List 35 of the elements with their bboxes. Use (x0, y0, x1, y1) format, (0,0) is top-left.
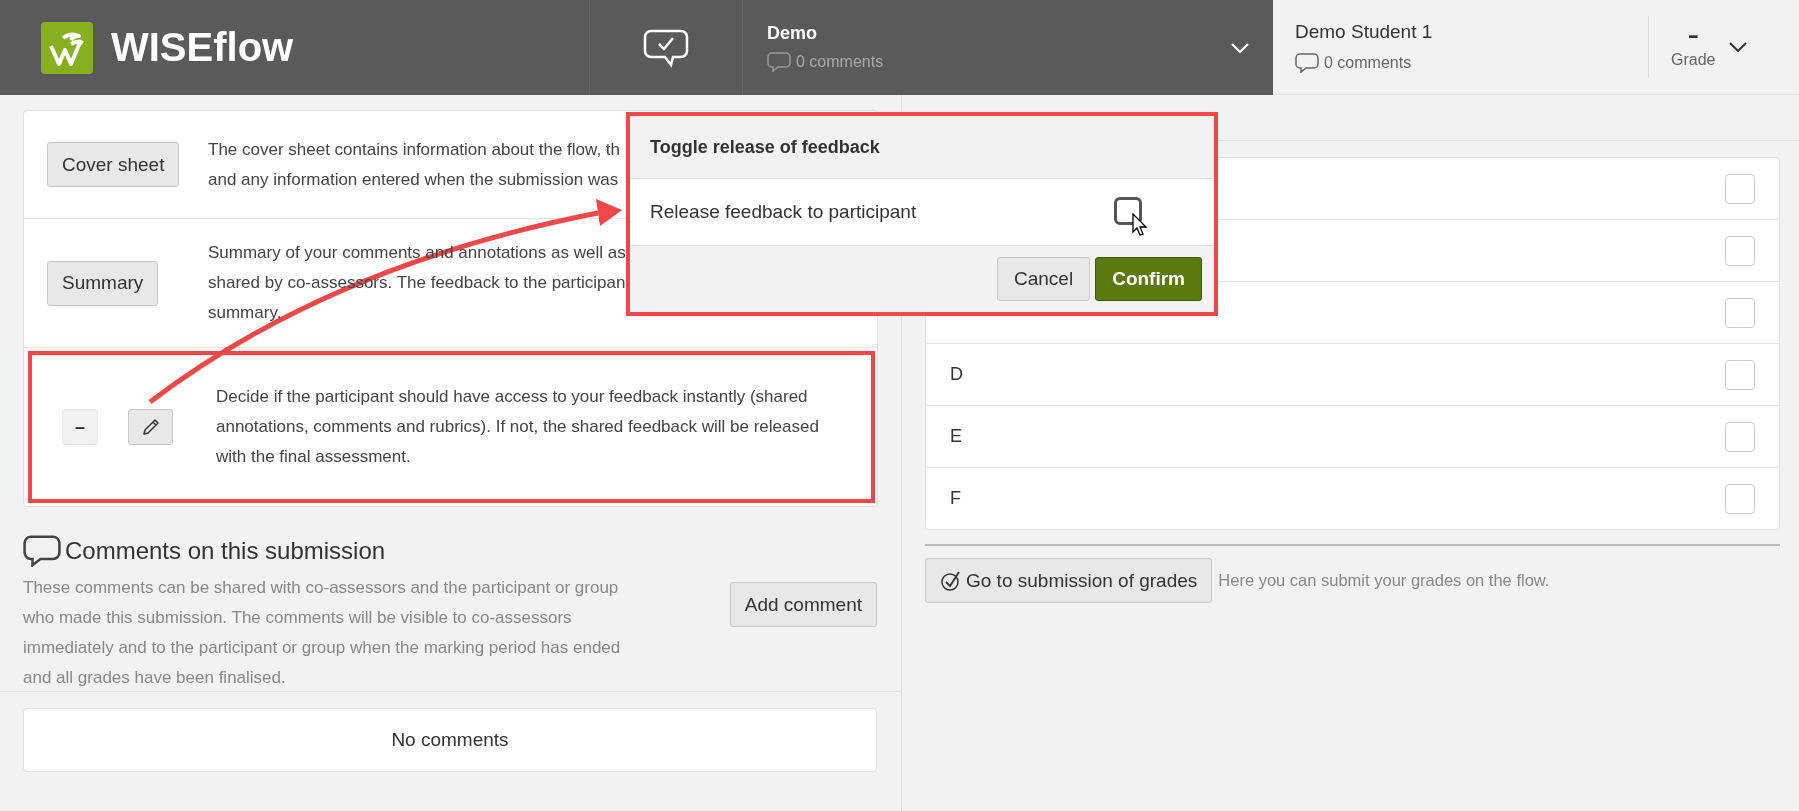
submit-hint: Here you can submit your grades on the flow. (1218, 571, 1550, 590)
info-button[interactable]: Summary (47, 260, 159, 306)
comment-count: 0 comments (1324, 54, 1412, 72)
flow-title: Demo (767, 23, 818, 44)
check-circle-icon (940, 569, 962, 592)
dialog-title: Toggle release of feedback (650, 136, 880, 158)
logo-text: WISEflow (111, 25, 294, 70)
cursor-icon (1132, 213, 1148, 237)
submit-grades-button[interactable]: Go to submission of grades (925, 558, 1213, 603)
row-description: The cover sheet contains information about the flow, th and any information entered when the submission was (208, 138, 621, 191)
grade-label: Grade (1671, 51, 1716, 69)
participant-name: Demo Student 1 (1295, 21, 1434, 43)
empty-comments-card: No comments (23, 708, 877, 772)
grade-option-label: D (950, 364, 963, 385)
speech-bubble-icon (767, 52, 791, 72)
add-comment-button[interactable]: Add comment (729, 582, 877, 627)
comments-description: These comments can be shared with co-assessors and the participant or group who made this submission. The comments will be visible to co-assessors immediately and to the participant or group when the marking period has ended and all grades have been finalised. (23, 577, 622, 689)
info-button[interactable]: Cover sheet (47, 142, 180, 187)
option-label: Release feedback to participant (650, 201, 917, 223)
status-button[interactable]: – (62, 409, 98, 445)
pencil-icon (140, 417, 161, 437)
grade-option-label: F (950, 488, 961, 509)
speech-check-icon[interactable] (643, 27, 689, 68)
chevron-down-icon[interactable] (1729, 42, 1748, 52)
cancel-button[interactable]: Cancel (997, 257, 1091, 301)
confirm-button[interactable]: Confirm (1095, 257, 1202, 301)
logo-icon (41, 21, 93, 74)
comment-count: 0 comments (796, 53, 884, 71)
edit-button[interactable] (128, 409, 173, 445)
grade-option-label: E (950, 426, 962, 447)
row-description: Decide if the participant should have access to your feedback instantly (shared annotations, comments and rubrics). If not, the shared feedback will be released with the final assessment. (216, 386, 819, 468)
speech-bubble-icon (1295, 53, 1319, 73)
speech-bubble-icon (23, 535, 61, 567)
section-title: Comments on this submission (65, 537, 386, 565)
grade-value: – (1687, 25, 1699, 47)
